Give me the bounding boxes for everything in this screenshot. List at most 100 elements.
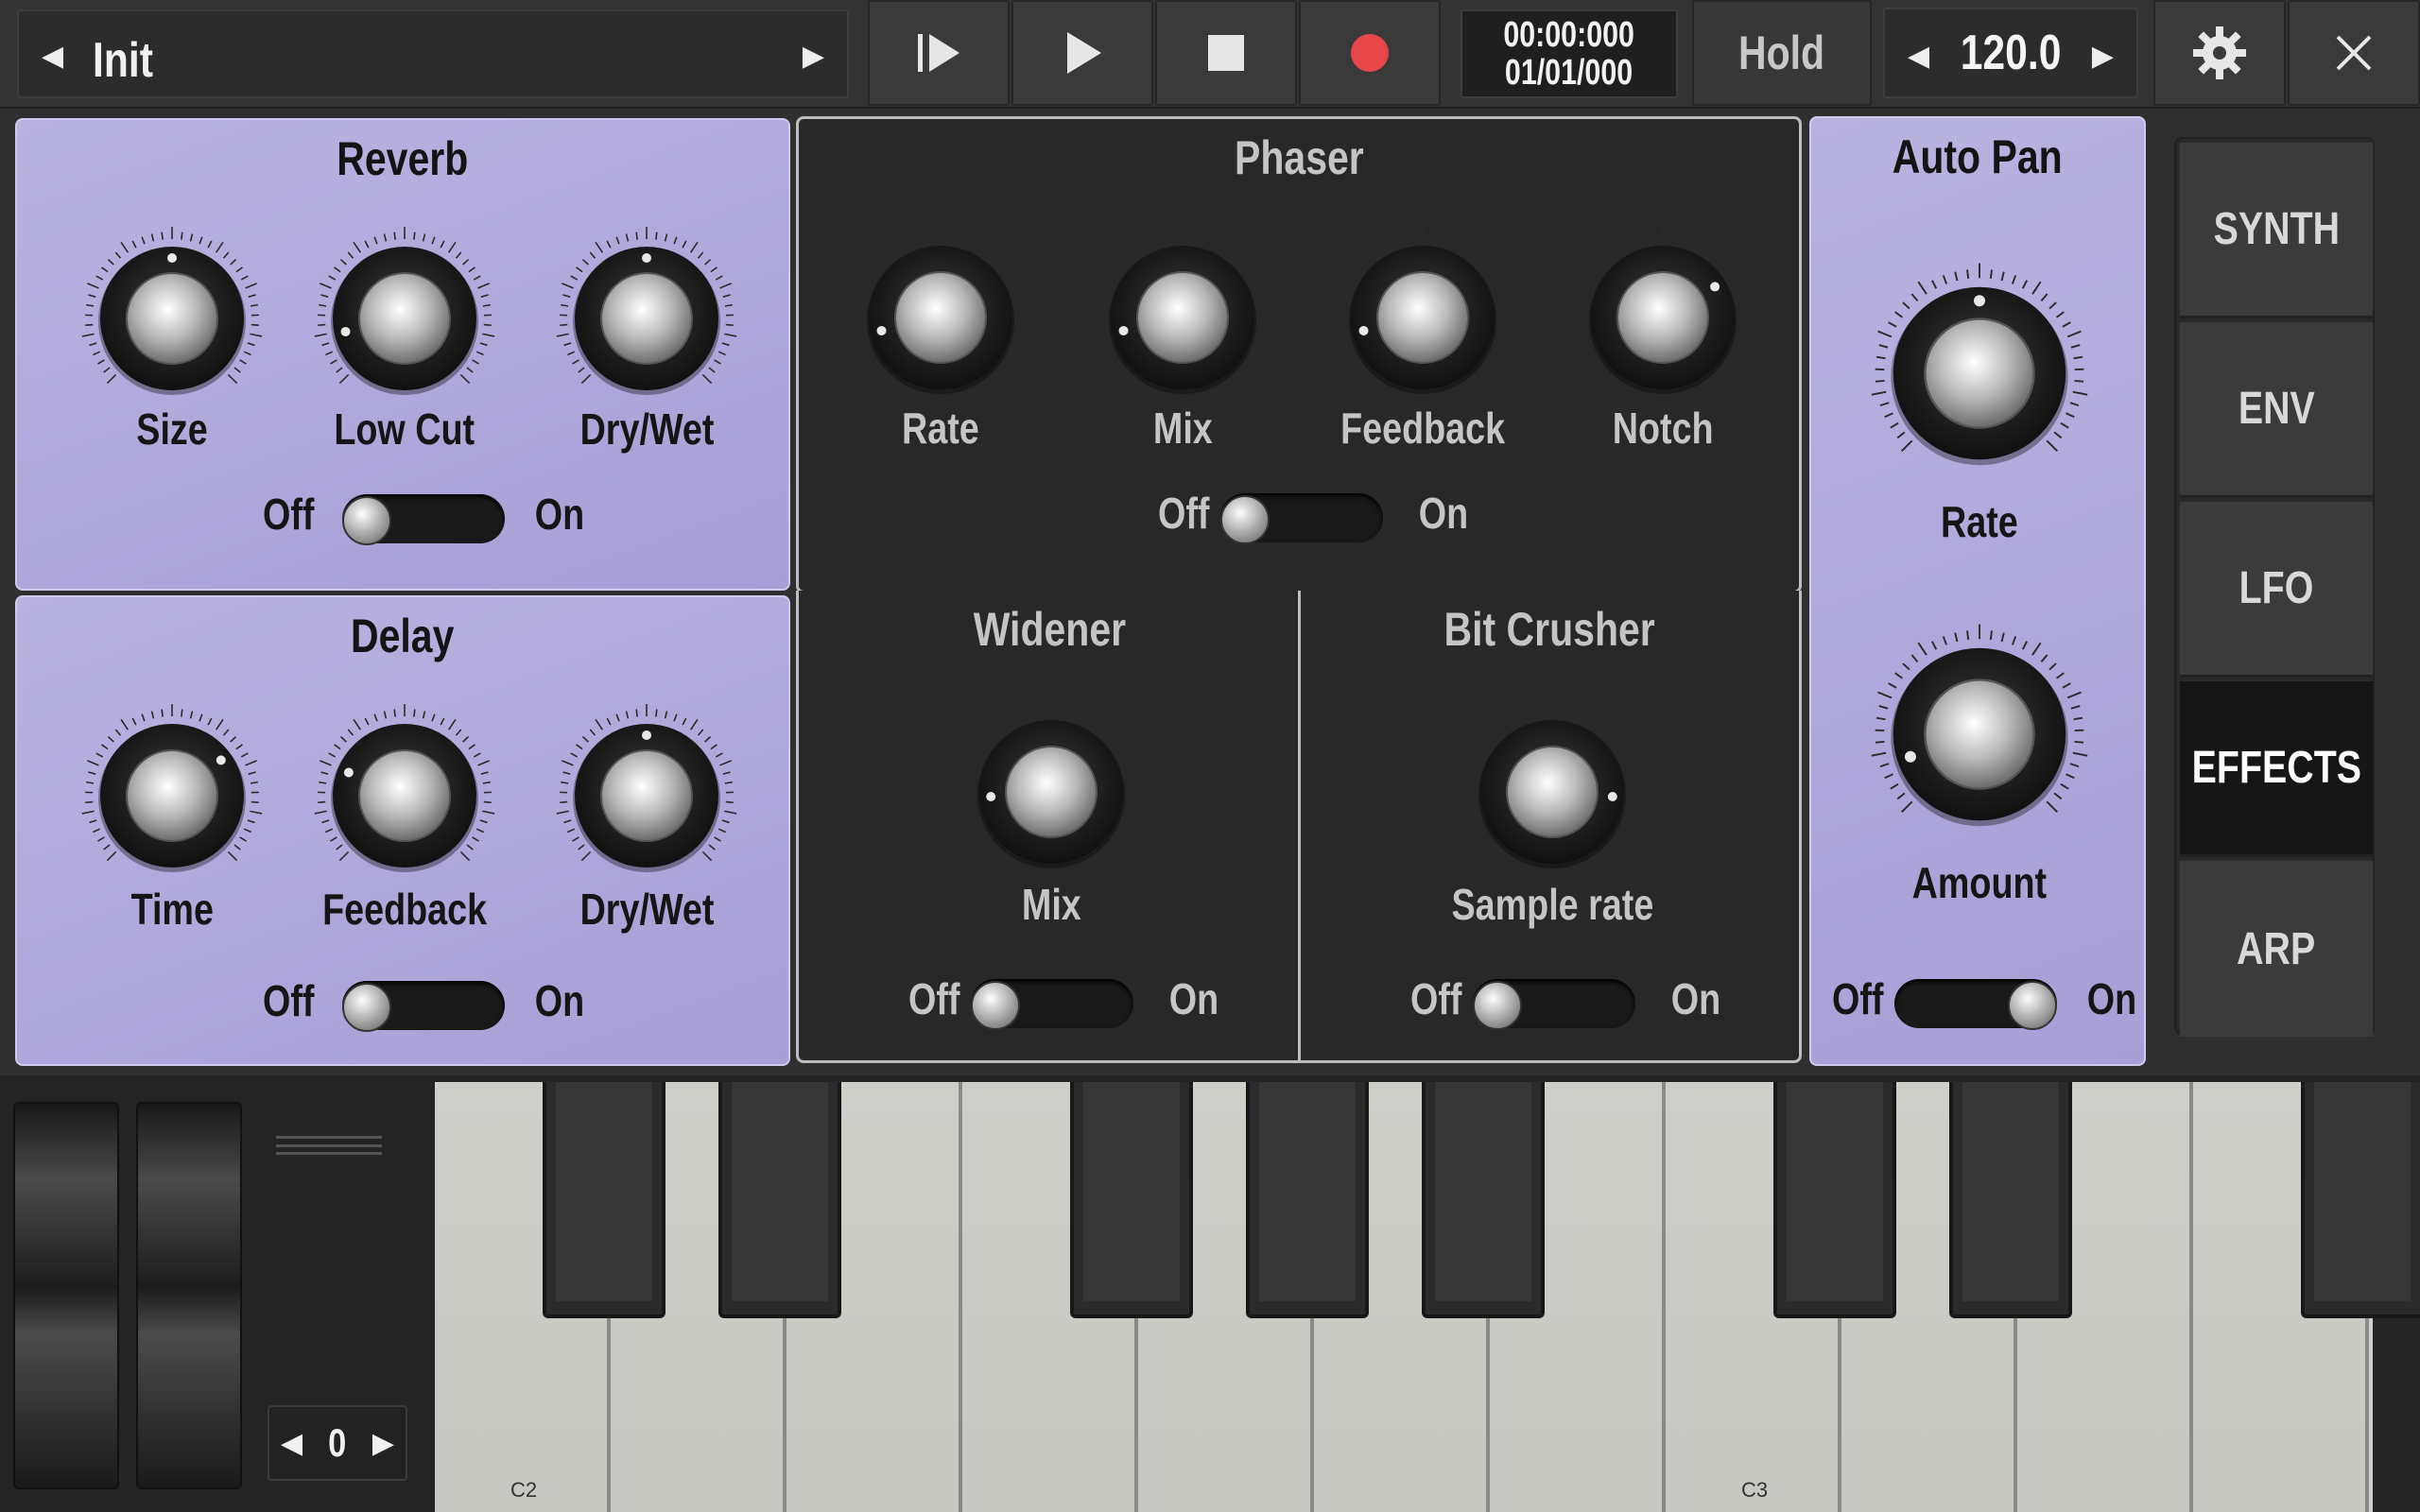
autopan-toggle-track[interactable] [1894,979,2057,1030]
phaser-rate-label: Rate [902,404,979,453]
keyboard-grip-icon[interactable] [276,1136,382,1155]
hold-button[interactable]: Hold [1692,0,1872,106]
delay-off-label: Off [262,976,315,1025]
autopan-toggle[interactable]: Off On [1826,973,2138,1034]
tab-lfo-label: LFO [2238,563,2314,613]
tempo-up-icon[interactable]: ▶ [2092,40,2114,73]
tab-effects-label: EFFECTS [2191,743,2361,793]
delay-panel: Delay Time Feedback Dry/Wet Off On [15,595,790,1066]
black-key[interactable] [1422,1082,1545,1318]
delay-drywet-knob[interactable] [552,701,741,890]
record-button[interactable] [1299,0,1441,106]
preset-next-icon[interactable]: ▶ [803,40,824,73]
bitcrusher-on-label: On [1670,974,1721,1023]
delay-feedback-label: Feedback [321,885,488,934]
phaser-title: Phaser [1234,131,1364,184]
preset-name: Init [93,33,153,88]
black-key[interactable] [543,1082,666,1318]
autopan-on-label: On [2086,974,2137,1023]
play-button[interactable] [1011,0,1153,106]
knob-graphic [850,226,1031,394]
tab-lfo[interactable]: LFO [2180,502,2373,678]
octave-down-icon[interactable]: ◀ [281,1427,302,1460]
settings-button[interactable] [2153,0,2286,106]
section-tabs: SYNTH ENV LFO EFFECTS ARP [2174,137,2375,1037]
phaser-notch-knob[interactable] [1568,223,1757,412]
tempo-control[interactable]: ◀ 120.0 ▶ [1883,8,2138,98]
reverb-toggle-track[interactable] [342,494,505,545]
phaser-on-label: On [1418,489,1469,538]
tempo-down-icon[interactable]: ◀ [1908,40,1929,73]
knob-graphic [556,227,737,395]
widener-mix-knob[interactable] [957,697,1146,886]
preset-selector[interactable]: ◀ Init ▶ [17,9,849,98]
black-key[interactable] [1773,1082,1896,1318]
key-octave-label: C3 [1741,1478,1769,1502]
black-key[interactable] [1949,1082,2072,1318]
reverb-toggle-thumb[interactable] [342,496,391,545]
autopan-toggle-thumb[interactable] [2008,981,2057,1030]
play-icon [1067,32,1101,74]
record-icon [1351,34,1389,72]
knob-graphic [314,704,495,872]
close-button[interactable] [2288,0,2420,106]
reverb-off-label: Off [262,490,315,539]
reverb-lowcut-knob[interactable] [310,224,499,413]
stop-button[interactable] [1155,0,1297,106]
reverb-drywet-knob[interactable] [552,224,741,413]
knob-graphic [556,704,737,872]
tab-synth[interactable]: SYNTH [2180,143,2373,318]
tab-arp[interactable]: ARP [2180,861,2373,1037]
bitcrusher-toggle-thumb[interactable] [1473,981,1522,1030]
widener-off-label: Off [908,974,960,1023]
phaser-toggle[interactable]: Off On [1152,488,1493,548]
autopan-rate-knob[interactable] [1866,260,2093,487]
phaser-feedback-knob[interactable] [1328,223,1517,412]
tab-synth-label: SYNTH [2213,204,2340,254]
black-key[interactable] [2301,1082,2420,1318]
phaser-toggle-track[interactable] [1220,493,1383,544]
knob-graphic [960,700,1142,868]
black-key[interactable] [1246,1082,1369,1318]
phaser-rate-knob[interactable] [846,223,1035,412]
delay-time-knob[interactable] [78,701,267,890]
reverb-size-knob[interactable] [78,224,267,413]
delay-time-label: Time [130,885,214,934]
black-key[interactable] [1070,1082,1193,1318]
mod-wheel[interactable] [136,1102,242,1489]
piano-keyboard: C2 C3 [435,1082,2420,1512]
bitcrusher-toggle[interactable]: Off On [1405,973,1745,1034]
widener-toggle-track[interactable] [971,979,1133,1030]
time-display: 00:00:000 01/01/000 [1461,9,1678,98]
phaser-mix-knob[interactable] [1088,223,1277,412]
delay-feedback-knob[interactable] [310,701,499,890]
stop-icon [1208,35,1244,71]
bitcrusher-toggle-track[interactable] [1473,979,1635,1030]
pitch-wheel[interactable] [13,1102,119,1489]
preset-prev-icon[interactable]: ◀ [42,40,63,73]
delay-toggle[interactable]: Off On [257,975,597,1036]
black-key[interactable] [718,1082,841,1318]
tab-effects[interactable]: EFFECTS [2180,681,2373,857]
autopan-amount-knob[interactable] [1866,621,2093,848]
autopan-title: Auto Pan [1893,130,2063,183]
knob-graphic [1092,226,1273,394]
delay-toggle-thumb[interactable] [342,983,391,1032]
play-from-start-button[interactable] [868,0,1010,106]
delay-toggle-track[interactable] [342,981,505,1032]
time-date: 01/01/000 [1505,53,1634,93]
octave-up-icon[interactable]: ▶ [372,1427,394,1460]
widener-toggle[interactable]: Off On [903,973,1243,1034]
reverb-toggle[interactable]: Off On [257,489,597,549]
knob-graphic [1332,226,1513,394]
reverb-panel: Reverb Size Low Cut Dry/Wet Off On [15,118,790,591]
autopan-panel: Auto Pan Rate Amount Off On [1809,116,2146,1066]
autopan-amount-label: Amount [1911,858,2048,907]
phaser-toggle-thumb[interactable] [1220,495,1270,544]
gear-icon [2193,26,2246,79]
tab-env[interactable]: ENV [2180,322,2373,498]
bitcrusher-samplerate-knob[interactable] [1458,697,1647,886]
widener-toggle-thumb[interactable] [971,981,1020,1030]
octave-control[interactable]: ◀ 0 ▶ [268,1405,407,1481]
delay-drywet-label: Dry/Wet [579,885,714,934]
